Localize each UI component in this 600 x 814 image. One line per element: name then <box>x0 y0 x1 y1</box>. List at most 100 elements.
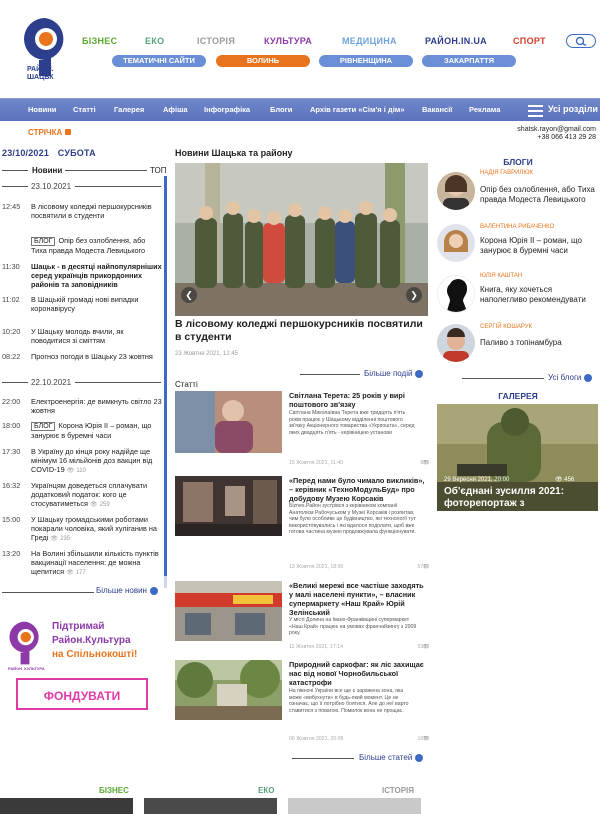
topnav-istoriya[interactable]: ІСТОРІЯ <box>197 36 235 46</box>
article-excerpt: У місті Долина на Івано-Франківщині супе… <box>289 617 417 637</box>
feed-day-label: 23.10.2021 <box>31 182 72 191</box>
topnav-sport[interactable]: СПОРТ <box>513 36 546 46</box>
pill-volyn[interactable]: ВОЛИНЬ <box>216 55 310 67</box>
blog-author[interactable]: НАДІЯ ГАВРИЛЮК <box>480 170 533 176</box>
feed-scroll-thumb[interactable] <box>164 176 167 576</box>
nav-item-vacancies[interactable]: Вакансії <box>422 105 452 114</box>
feed-tab-top[interactable]: ТОП <box>150 166 167 175</box>
avatar[interactable] <box>437 275 475 313</box>
rss-link[interactable]: СТРІЧКА <box>28 128 71 137</box>
topnav-rayon[interactable]: РАЙОН.IN.UA <box>425 36 487 46</box>
nav-item-gallery[interactable]: Галерея <box>114 105 144 114</box>
article-image[interactable] <box>175 581 282 641</box>
promo-line1: Підтримай <box>52 621 105 632</box>
topnav-kultura[interactable]: КУЛЬТУРА <box>264 36 312 46</box>
avatar[interactable] <box>437 324 475 362</box>
article-title[interactable]: «Перед нами було чимало викликів», – кер… <box>289 476 429 503</box>
blog-title[interactable]: Опір без озлоблення, або Тиха правда Мод… <box>480 185 595 205</box>
bottom-category-eko[interactable]: ЕКО <box>258 786 274 795</box>
arrow-icon <box>149 586 158 595</box>
section-title: Новини Шацька та району <box>175 148 293 158</box>
contact-phone: +38 066 413 29 28 <box>537 134 596 141</box>
feed-text: В Україну до кінця року надійде ще мінім… <box>31 447 153 474</box>
bottom-category-biznes[interactable]: БІЗНЕС <box>99 786 129 795</box>
bottom-thumb[interactable] <box>0 798 133 814</box>
nav-item-blogs[interactable]: Блоги <box>270 105 292 114</box>
topnav-biznes[interactable]: БІЗНЕС <box>82 36 117 46</box>
blog-author[interactable]: ЮЛІЯ КАШТАН <box>480 273 522 279</box>
fund-button[interactable]: ФОНДУВАТИ <box>16 678 148 710</box>
views-icon: 👁 <box>554 477 563 483</box>
topnav-eko[interactable]: ЕКО <box>145 36 164 46</box>
nav-item-infographic[interactable]: Інфографіка <box>204 105 250 114</box>
all-blogs-link[interactable]: Усі блоги <box>548 373 593 382</box>
article-photo <box>175 581 282 641</box>
slider-next-button[interactable]: ❯ <box>406 287 422 303</box>
hero-image[interactable]: ❮ ❯ <box>175 163 428 316</box>
nav-all-sections[interactable]: Усі розділи <box>548 104 598 114</box>
nav-item-news[interactable]: Новини <box>28 105 56 114</box>
nav-item-ads[interactable]: Реклама <box>469 105 500 114</box>
blog-title[interactable]: Книга, яку хочеться наполегливо рекоменд… <box>480 285 595 305</box>
slider-prev-button[interactable]: ❮ <box>181 287 197 303</box>
avatar-photo <box>437 172 475 210</box>
weekday: СУБОТА <box>57 148 96 158</box>
more-events-label: Більше подій <box>364 369 413 378</box>
feed-time: 15:00 <box>2 515 21 524</box>
pill-thematic-sites[interactable]: ТЕМАТИЧНІ САЙТИ <box>112 55 206 67</box>
feed-time: 17:30 <box>2 447 21 456</box>
feed-time: 13:20 <box>2 549 21 558</box>
blog-author[interactable]: СЕРГІЙ КОШАРУК <box>480 324 532 330</box>
bottom-thumb[interactable] <box>288 798 421 814</box>
feed-time: 18:00 <box>2 421 21 430</box>
article-date: 15 Жовтня 2021, 11:40 <box>289 460 343 466</box>
views-count: 5333 <box>417 644 429 650</box>
bottom-thumb[interactable] <box>144 798 277 814</box>
nav-item-afisha[interactable]: Афіша <box>163 105 188 114</box>
promo-line3: на Спільнокошті! <box>52 649 138 660</box>
views-icon: 👁 <box>50 536 59 542</box>
more-news-link[interactable]: Більше новин <box>96 586 158 595</box>
logo-line2: ШАЦЬК <box>27 74 54 81</box>
article-title[interactable]: «Великі мережі все частіше заходять у ма… <box>289 581 429 617</box>
article-title[interactable]: Природний саркофаг: як ліс захищає нас в… <box>289 660 429 687</box>
article-image[interactable] <box>175 660 282 720</box>
promo-line2: Район.Культура <box>52 635 131 646</box>
blog-author[interactable]: ВАЛЕНТИНА РИБАЧЕНКО <box>480 224 554 230</box>
pill-rivnenshchyna[interactable]: РІВНЕНЩИНА <box>319 55 413 67</box>
more-articles-label: Більше статей <box>359 753 413 762</box>
bottom-category-istoriya[interactable]: ІСТОРІЯ <box>382 786 414 795</box>
article-photo <box>175 660 282 720</box>
feed-time: 22:00 <box>2 397 21 406</box>
divider <box>2 592 94 593</box>
gallery-date: 29 Вересня 2021, 20:00 <box>444 477 510 483</box>
date-value: 23/10/2021 <box>2 148 50 158</box>
views-count: 235 <box>60 536 71 542</box>
nav-item-archive[interactable]: Архів газети «Сім'я і дім» <box>310 105 405 114</box>
contact-email[interactable]: shatsk.rayon@gmail.com <box>517 126 596 134</box>
avatar-photo <box>437 224 475 262</box>
avatar[interactable] <box>437 172 475 210</box>
articles-label: Статті <box>175 380 198 389</box>
divider <box>2 170 28 171</box>
blog-title[interactable]: Паливо з топінамбура <box>480 338 595 348</box>
pill-zakarpattya[interactable]: ЗАКАРПАТТЯ <box>422 55 516 67</box>
views-count: 1678 <box>417 736 429 742</box>
menu-icon[interactable] <box>528 105 543 117</box>
article-meta: 11 Жовтня 2021, 17:14 👁 5333 <box>289 644 429 650</box>
more-articles-link[interactable]: Більше статей <box>359 753 424 762</box>
feed-tab-news[interactable]: Новини <box>32 166 62 175</box>
more-events-link[interactable]: Більше подій <box>364 369 424 378</box>
article-image[interactable] <box>175 476 282 536</box>
article-title[interactable]: Світлана Терета: 25 років у вирі поштово… <box>289 391 429 409</box>
hero-title[interactable]: В лісовому коледжі першокурсників посвят… <box>175 318 428 344</box>
search-button[interactable] <box>566 34 596 48</box>
blog-title[interactable]: Корона Юрія ІІ – роман, що занурює в бур… <box>480 236 595 256</box>
topnav-medytsyna[interactable]: МЕДИЦИНА <box>342 36 397 46</box>
article-image[interactable] <box>175 391 282 453</box>
rayon-kultura-logo[interactable] <box>8 620 42 666</box>
gallery-caption[interactable]: Об'єднані зусилля 2021: фоторепортаж з «… <box>444 486 594 522</box>
nav-item-articles[interactable]: Статті <box>73 105 96 114</box>
views-count: 839 <box>420 460 429 466</box>
avatar[interactable] <box>437 224 475 262</box>
